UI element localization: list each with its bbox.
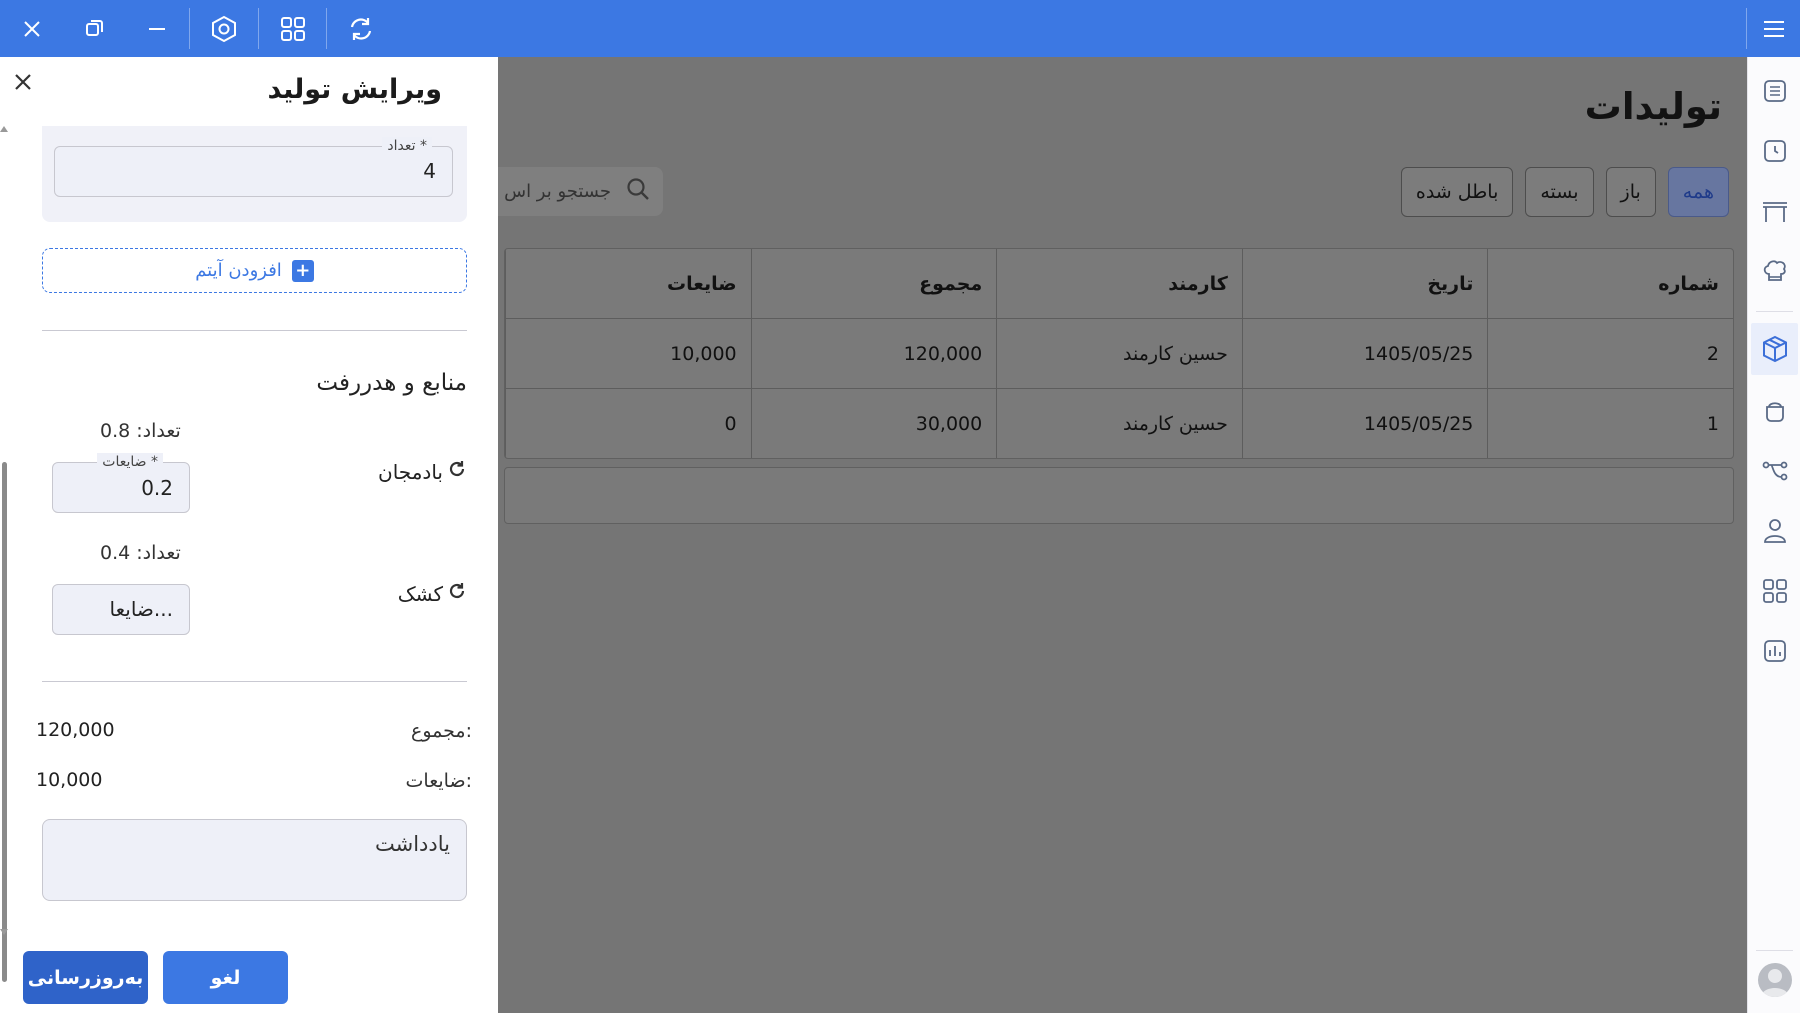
drawer-title: ویرایش تولید xyxy=(267,74,443,105)
resource-name: کشک xyxy=(398,581,467,606)
cell-total: 30,000 xyxy=(750,389,997,458)
cell-date: 1405/05/25 xyxy=(1241,319,1488,388)
table-footer xyxy=(504,467,1734,524)
scroll-down-arrow[interactable] xyxy=(0,929,8,935)
menu-icon[interactable] xyxy=(1747,0,1800,57)
productions-table: شماره تاریخ کارمند مجموع ضایعات 2 1405/0… xyxy=(504,248,1734,459)
flow-icon[interactable] xyxy=(1761,457,1789,485)
scrollbar-thumb[interactable] xyxy=(2,462,7,982)
cell-waste: 0 xyxy=(505,389,751,458)
resource-waste-field[interactable]: ضایعات * 0.2 xyxy=(52,453,190,513)
avatar[interactable] xyxy=(1758,963,1792,997)
chart-icon[interactable] xyxy=(1761,637,1789,665)
resource-name-label: کشک xyxy=(397,581,443,606)
cell-number: 1 xyxy=(1487,389,1733,458)
add-item-label: افزودن آیتم xyxy=(195,260,282,281)
clock-icon[interactable] xyxy=(1761,137,1789,165)
note-placeholder: یادداشت xyxy=(375,832,450,856)
resource-quantity: تعداد: 0.8 xyxy=(100,420,181,442)
toolbar-divider xyxy=(189,8,190,49)
column-header-total[interactable]: مجموع xyxy=(750,249,997,318)
cancel-button[interactable]: لغو xyxy=(163,951,288,1004)
right-sidebar xyxy=(1747,57,1800,1013)
resource-waste-placeholder: ضایعا... xyxy=(109,597,173,621)
cell-employee: حسین کارمند xyxy=(996,319,1242,388)
search-icon xyxy=(625,176,651,207)
item-quantity-label: تعداد * xyxy=(382,137,432,155)
user-icon[interactable] xyxy=(1761,517,1789,545)
chef-hat-icon[interactable] xyxy=(1761,257,1789,285)
search-input[interactable]: جستجو بر اس xyxy=(498,167,663,216)
main-content: تولیدات همه باز بسته باطل شده جستجو بر ا… xyxy=(498,57,1747,1013)
column-header-date[interactable]: تاریخ xyxy=(1241,249,1488,318)
close-icon[interactable] xyxy=(0,0,64,57)
refresh-icon[interactable] xyxy=(329,0,393,57)
column-header-number[interactable]: شماره xyxy=(1487,249,1733,318)
cell-number: 2 xyxy=(1487,319,1733,388)
filter-closed[interactable]: بسته xyxy=(1525,167,1594,217)
refresh-icon[interactable] xyxy=(447,581,467,606)
edit-production-drawer: ویرایش تولید تعداد * 4 افزودن آیتم + منا… xyxy=(0,57,498,1013)
item-quantity-field[interactable]: تعداد * 4 xyxy=(54,137,453,197)
waste-value: 10,000 xyxy=(36,769,103,791)
grid-apps-icon[interactable] xyxy=(261,0,325,57)
page-title: تولیدات xyxy=(1584,85,1722,128)
sidebar-divider xyxy=(1756,950,1793,951)
cell-total: 120,000 xyxy=(750,319,997,388)
window-titlebar xyxy=(0,0,1800,57)
cell-employee: حسین کارمند xyxy=(996,389,1242,458)
resource-waste-value: 0.2 xyxy=(141,476,173,500)
section-divider xyxy=(42,681,467,682)
total-label: مجموع: xyxy=(411,720,472,742)
pot-icon[interactable] xyxy=(1761,397,1789,425)
scroll-up-arrow[interactable] xyxy=(0,126,8,132)
total-value: 120,000 xyxy=(36,719,115,741)
update-button[interactable]: به‌روزرسانی xyxy=(23,951,148,1004)
search-placeholder: جستجو بر اس xyxy=(504,181,611,202)
minimize-icon[interactable] xyxy=(125,0,189,57)
close-icon[interactable] xyxy=(10,69,36,95)
column-header-waste[interactable]: ضایعات xyxy=(505,249,751,318)
waste-label: ضایعات: xyxy=(405,770,472,792)
restore-window-icon[interactable] xyxy=(62,0,126,57)
section-divider xyxy=(42,330,467,331)
filter-cancelled[interactable]: باطل شده xyxy=(1400,167,1514,217)
list-icon[interactable] xyxy=(1761,77,1789,105)
table-header: شماره تاریخ کارمند مجموع ضایعات xyxy=(505,249,1733,318)
resource-waste-label: ضایعات * xyxy=(97,453,163,471)
resource-name-label: بادمجان xyxy=(378,459,443,484)
resources-section-title: منابع و هدررفت xyxy=(316,370,467,396)
cell-date: 1405/05/25 xyxy=(1241,389,1488,458)
column-header-employee[interactable]: کارمند xyxy=(996,249,1242,318)
item-quantity-value: 4 xyxy=(423,159,436,183)
table-row[interactable]: 2 1405/05/25 حسین کارمند 120,000 10,000 xyxy=(505,318,1733,388)
table-icon[interactable] xyxy=(1761,197,1789,225)
filter-open[interactable]: باز xyxy=(1605,167,1656,217)
settings-hex-icon[interactable] xyxy=(192,0,256,57)
box-icon[interactable] xyxy=(1751,323,1798,375)
production-item-card: تعداد * 4 xyxy=(42,126,467,222)
table-row[interactable]: 1 1405/05/25 حسین کارمند 30,000 0 xyxy=(505,388,1733,458)
note-textarea[interactable]: یادداشت xyxy=(42,819,467,901)
resource-waste-field[interactable]: ضایعا... xyxy=(52,584,190,635)
filter-chips: همه باز بسته باطل شده xyxy=(1400,167,1729,217)
sidebar-divider xyxy=(1756,311,1793,312)
cell-waste: 10,000 xyxy=(505,319,751,388)
plus-icon: + xyxy=(291,259,314,282)
resource-quantity: تعداد: 0.4 xyxy=(100,542,181,564)
refresh-icon[interactable] xyxy=(447,459,467,484)
apps-icon[interactable] xyxy=(1761,577,1789,605)
add-item-button[interactable]: افزودن آیتم + xyxy=(42,248,467,293)
toolbar-divider xyxy=(258,8,259,49)
resource-name: بادمجان xyxy=(378,459,467,484)
filter-all[interactable]: همه xyxy=(1667,167,1729,217)
toolbar-divider xyxy=(326,8,327,49)
